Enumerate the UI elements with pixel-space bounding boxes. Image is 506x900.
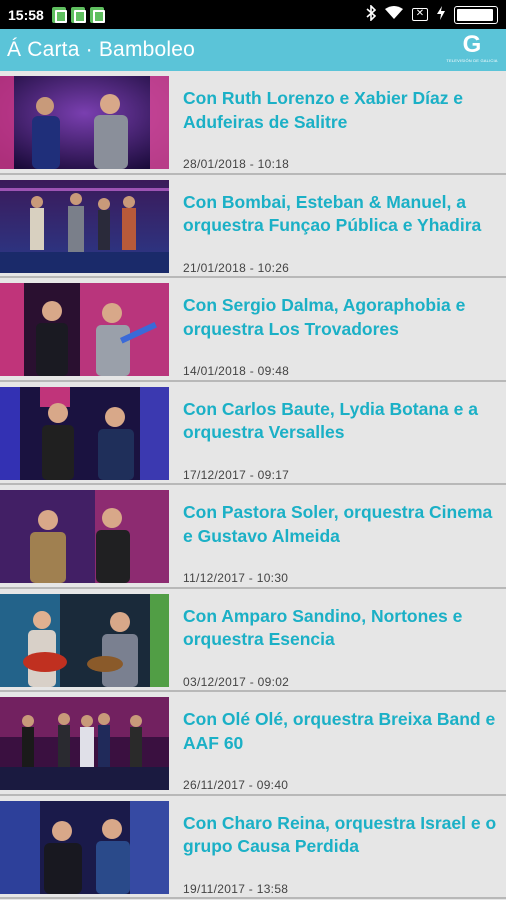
episode-date: 11/12/2017 - 10:30: [183, 571, 289, 585]
episode-title[interactable]: Con Bombai, Esteban & Manuel, a orquestr…: [183, 191, 503, 238]
episode-date: 03/12/2017 - 09:02: [183, 674, 290, 689]
episode-thumbnail[interactable]: [0, 76, 169, 169]
list-item[interactable]: Con Carlos Baute, Lydia Botana e a orque…: [0, 381, 506, 485]
episode-date: 28/01/2018 - 10:18: [183, 157, 290, 171]
battery-icon: [454, 5, 498, 24]
list-item[interactable]: Con Pastora Soler, orquestra Cinema e Gu…: [0, 485, 506, 589]
episode-title[interactable]: Con Olé Olé, orquestra Breixa Band e AAF…: [183, 708, 503, 755]
status-icons: ✕: [366, 4, 498, 24]
episode-thumbnail[interactable]: [0, 490, 169, 583]
list-item[interactable]: Con Olé Olé, orquestra Breixa Band e AAF…: [0, 692, 506, 796]
episode-thumbnail[interactable]: [0, 386, 169, 480]
list-item[interactable]: Con Sergio Dalma, Agoraphobia e orquestr…: [0, 278, 506, 382]
episode-title[interactable]: Con Carlos Baute, Lydia Botana e a orque…: [183, 398, 503, 445]
episode-title[interactable]: Con Amparo Sandino, Nortones e orquestra…: [183, 605, 503, 652]
list-item[interactable]: Con Charo Reina, orquestra Israel e o gr…: [0, 795, 506, 899]
bluetooth-icon: [366, 4, 377, 24]
app-bar: Á Carta · Bamboleo G TELEVISIÓN DE GALIC…: [0, 29, 506, 71]
tvg-logo: G TELEVISIÓN DE GALICIA: [444, 33, 500, 67]
status-time: 15:58: [8, 6, 44, 23]
episode-thumbnail[interactable]: [0, 800, 169, 894]
episode-date: 17/12/2017 - 09:17: [183, 467, 290, 482]
episode-date: 21/01/2018 - 10:26: [183, 260, 290, 275]
episode-thumbnail[interactable]: [0, 697, 169, 790]
notification-icon: [70, 6, 86, 23]
episode-title[interactable]: Con Ruth Lorenzo e Xabier Díaz e Adufeir…: [183, 87, 503, 134]
episode-title[interactable]: Con Sergio Dalma, Agoraphobia e orquestr…: [183, 294, 503, 341]
notification-icon: [51, 6, 67, 23]
episode-thumbnail[interactable]: [0, 593, 169, 687]
episode-date: 26/11/2017 - 09:40: [183, 778, 289, 792]
page-title: Á Carta · Bamboleo: [7, 38, 196, 61]
episode-date: 19/11/2017 - 13:58: [183, 881, 289, 896]
episode-title[interactable]: Con Charo Reina, orquestra Israel e o gr…: [183, 812, 503, 859]
logo-letter: G: [462, 31, 482, 58]
episode-title[interactable]: Con Pastora Soler, orquestra Cinema e Gu…: [183, 501, 503, 548]
episode-list: Con Ruth Lorenzo e Xabier Díaz e Adufeir…: [0, 71, 506, 899]
episode-thumbnail[interactable]: [0, 179, 169, 273]
episode-thumbnail[interactable]: [0, 283, 169, 376]
status-bar: 15:58 ✕: [0, 0, 506, 29]
list-item[interactable]: Con Ruth Lorenzo e Xabier Díaz e Adufeir…: [0, 71, 506, 175]
notification-icon: [89, 6, 105, 23]
episode-date: 14/01/2018 - 09:48: [183, 364, 290, 378]
wifi-icon: [385, 6, 403, 23]
list-item[interactable]: Con Amparo Sandino, Nortones e orquestra…: [0, 588, 506, 692]
logo-text: TELEVISIÓN DE GALICIA: [446, 58, 498, 63]
list-item[interactable]: Con Bombai, Esteban & Manuel, a orquestr…: [0, 174, 506, 278]
charging-icon: [437, 6, 445, 23]
sim-icon: ✕: [412, 8, 428, 21]
